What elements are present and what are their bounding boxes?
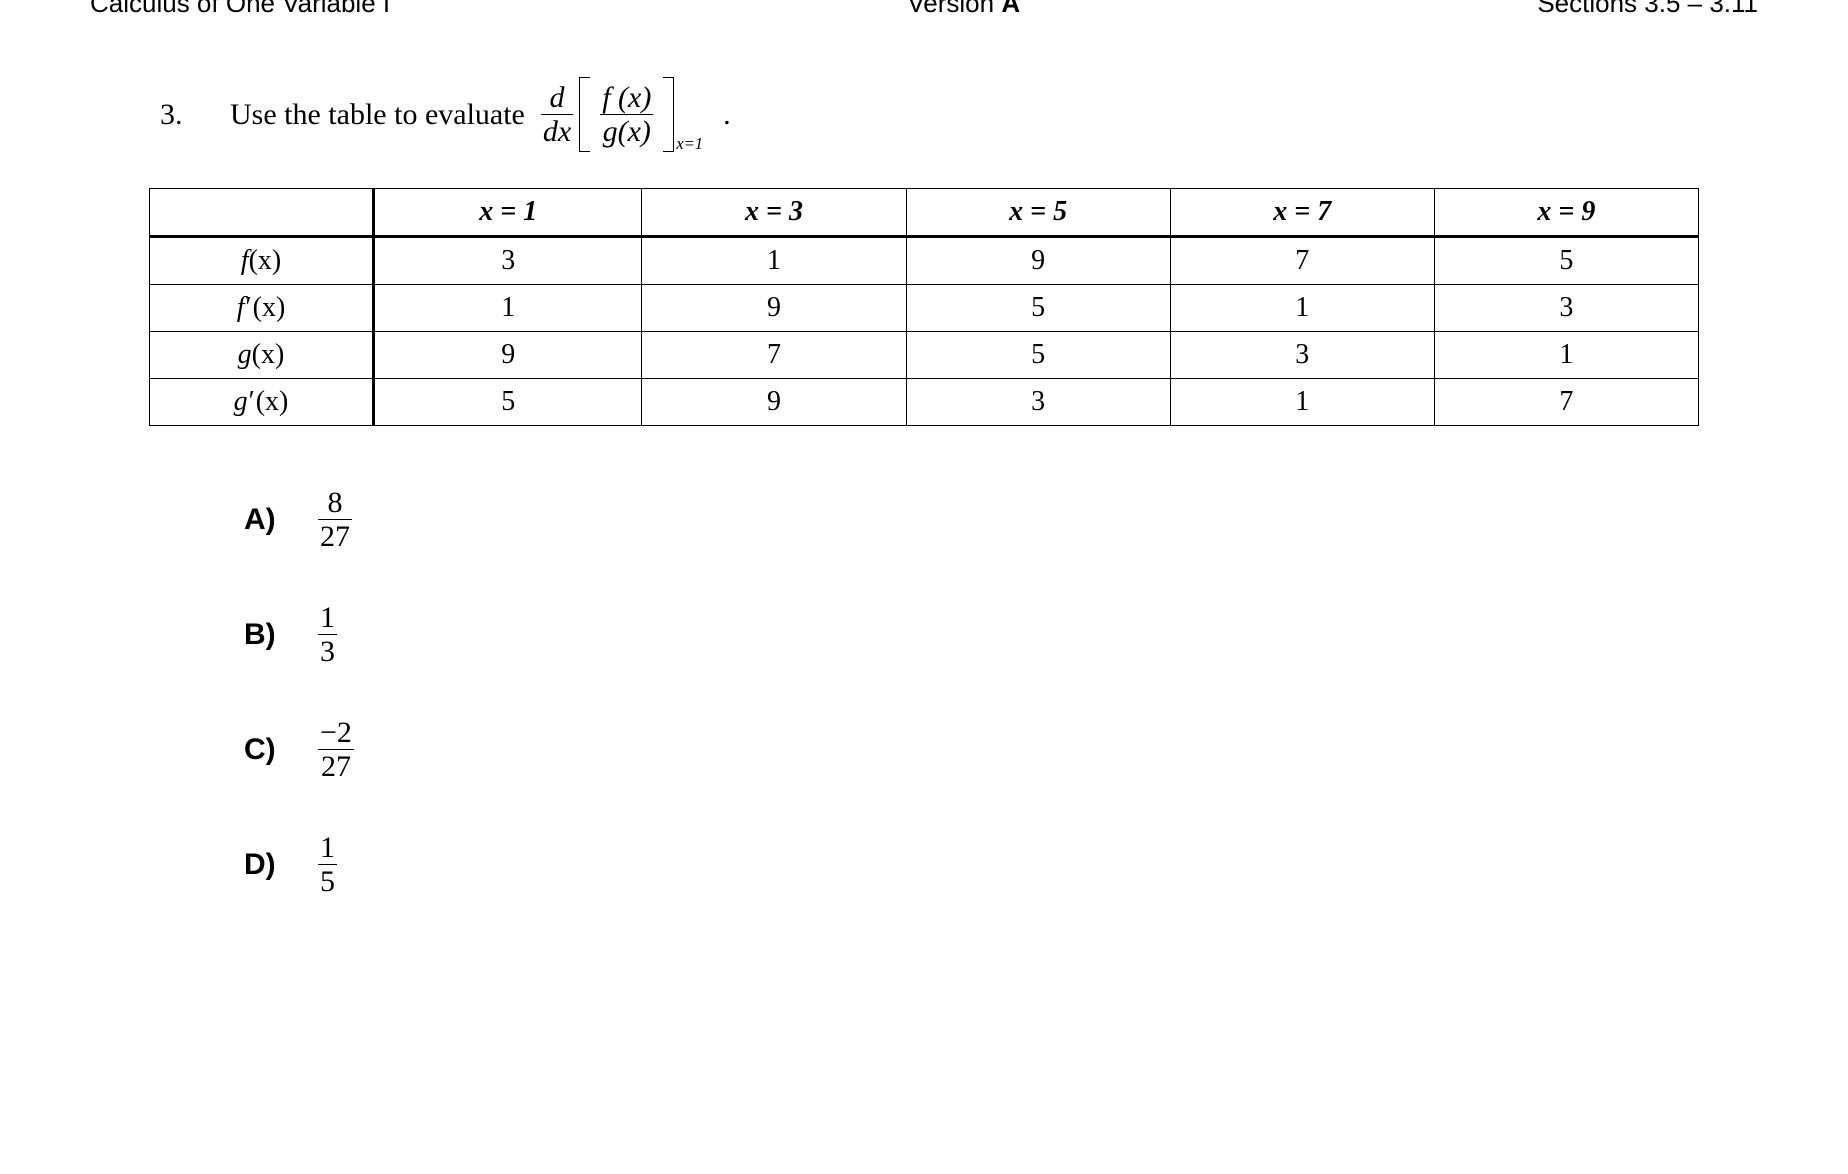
choice-label: A) xyxy=(244,503,314,537)
table-cell: 1 xyxy=(1170,285,1434,332)
row-label: g′(x) xyxy=(150,379,374,426)
table-cell: 7 xyxy=(1434,379,1698,426)
question-row: 3. Use the table to evaluate d dx f (x) … xyxy=(0,77,1848,152)
terminal-period: . xyxy=(723,98,731,132)
header-right: Sections 3.5 – 3.11 xyxy=(1537,0,1758,19)
left-bracket-icon xyxy=(579,77,590,152)
choice-b[interactable]: B) 1 3 xyxy=(244,601,1848,668)
choice-label: B) xyxy=(244,618,314,652)
table-cell: 3 xyxy=(1434,285,1698,332)
table-cell: 9 xyxy=(642,285,906,332)
table-cell: 7 xyxy=(1170,237,1434,285)
row-label: f(x) xyxy=(150,237,374,285)
table-cell: 3 xyxy=(1170,332,1434,379)
choice-fraction: 1 3 xyxy=(318,601,337,668)
choice-a[interactable]: A) 8 27 xyxy=(244,486,1848,553)
table-header-cell: x = 9 xyxy=(1434,189,1698,237)
choice-fraction: 1 5 xyxy=(318,831,337,898)
table-cell: 9 xyxy=(374,332,642,379)
table-cell: 1 xyxy=(642,237,906,285)
choice-c[interactable]: C) −2 27 xyxy=(244,716,1848,783)
table-header-row: x = 1 x = 3 x = 5 x = 7 x = 9 xyxy=(150,189,1699,237)
table-cell: 1 xyxy=(1434,332,1698,379)
table-cell: 5 xyxy=(1434,237,1698,285)
table-wrap: x = 1 x = 3 x = 5 x = 7 x = 9 f(x) 3 1 9… xyxy=(0,188,1848,426)
header-center: Version A xyxy=(390,0,1537,19)
table-row: g(x) 9 7 5 3 1 xyxy=(150,332,1699,379)
question-prompt: Use the table to evaluate xyxy=(230,98,525,132)
choice-label: C) xyxy=(244,733,314,767)
table-row: f′(x) 1 9 5 1 3 xyxy=(150,285,1699,332)
table-cell: 7 xyxy=(642,332,906,379)
right-bracket-icon xyxy=(663,77,674,152)
table-cell: 5 xyxy=(906,332,1170,379)
table-cell: 3 xyxy=(374,237,642,285)
choice-label: D) xyxy=(244,848,314,882)
table-cell: 3 xyxy=(906,379,1170,426)
row-label: g(x) xyxy=(150,332,374,379)
table-row: g′(x) 5 9 3 1 7 xyxy=(150,379,1699,426)
table-cell: 5 xyxy=(906,285,1170,332)
row-label: f′(x) xyxy=(150,285,374,332)
answer-choices: A) 8 27 B) 1 3 C) xyxy=(0,486,1848,898)
page: Calculus of One Variable I Version A Sec… xyxy=(0,0,1848,1162)
bracket-expression: f (x) g(x) x=1 xyxy=(579,77,703,152)
table-cell: 9 xyxy=(906,237,1170,285)
table-cell: 1 xyxy=(1170,379,1434,426)
choice-d[interactable]: D) 1 5 xyxy=(244,831,1848,898)
question-text: Use the table to evaluate d dx f (x) g(x… xyxy=(230,77,731,152)
table-cell: 1 xyxy=(374,285,642,332)
page-header: Calculus of One Variable I Version A Sec… xyxy=(0,0,1848,19)
table-header-cell: x = 1 xyxy=(374,189,642,237)
choice-fraction: −2 27 xyxy=(318,716,354,783)
header-left: Calculus of One Variable I xyxy=(90,0,390,19)
table-header-cell: x = 3 xyxy=(642,189,906,237)
values-table: x = 1 x = 3 x = 5 x = 7 x = 9 f(x) 3 1 9… xyxy=(149,188,1699,426)
table-cell: 5 xyxy=(374,379,642,426)
table-header-cell xyxy=(150,189,374,237)
question-number: 3. xyxy=(160,98,230,132)
table-header-cell: x = 5 xyxy=(906,189,1170,237)
table-cell: 9 xyxy=(642,379,906,426)
ddx-operator: d dx xyxy=(541,81,573,148)
table-header-cell: x = 7 xyxy=(1170,189,1434,237)
evaluation-point: x=1 xyxy=(676,134,703,154)
table-row: f(x) 3 1 9 7 5 xyxy=(150,237,1699,285)
choice-fraction: 8 27 xyxy=(318,486,352,553)
quotient-fraction: f (x) g(x) xyxy=(600,81,653,148)
